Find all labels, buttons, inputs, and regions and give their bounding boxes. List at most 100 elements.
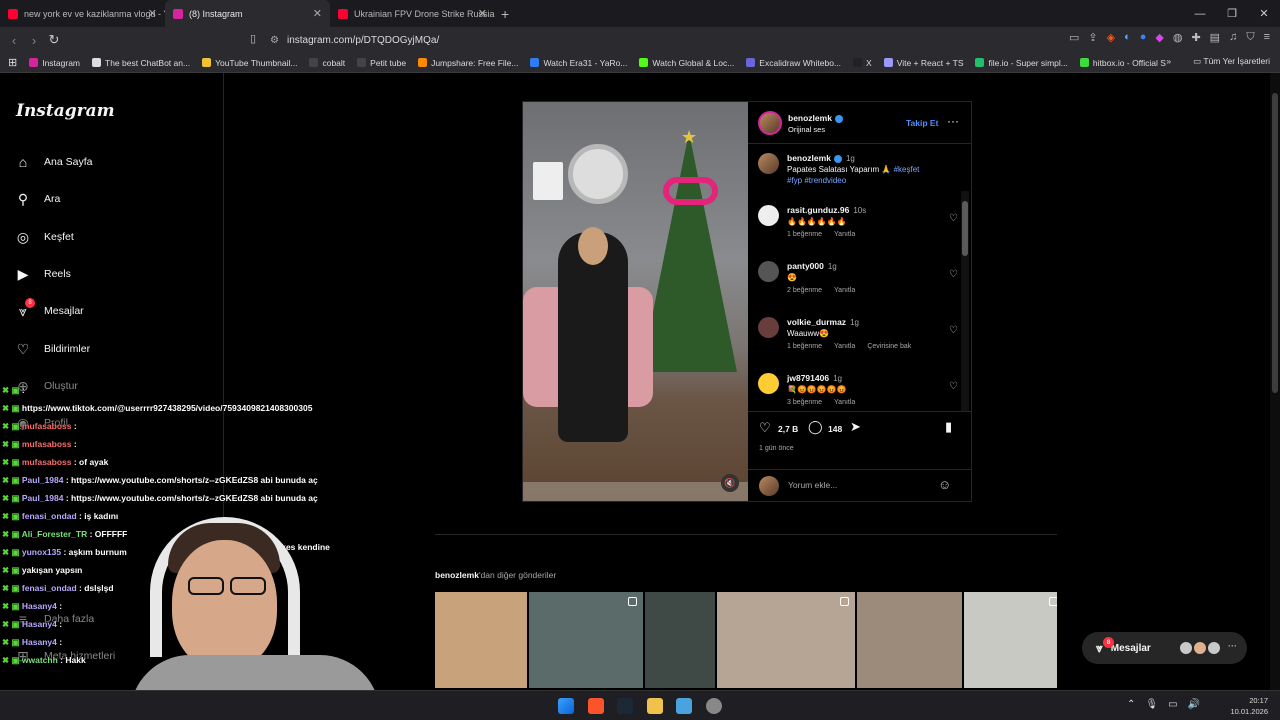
like-comment-icon[interactable]: ♡ <box>949 381 958 392</box>
messages-floating-button[interactable]: ⩔ 8 Mesajlar ··· <box>1082 632 1247 664</box>
more-post-thumbnail[interactable] <box>964 592 1057 688</box>
chevron-up-icon[interactable]: ⌃ <box>1127 699 1135 710</box>
bookmark-item[interactable]: Watch Era31 - YaRo... <box>530 58 627 68</box>
bookmark-item[interactable]: YouTube Thumbnail... <box>202 58 297 68</box>
extension-icon[interactable]: ◐ <box>1124 31 1131 44</box>
author-name[interactable]: benozlemk <box>788 113 843 123</box>
sidebar-item-search[interactable]: ⚲ Ara <box>14 190 60 208</box>
steam-icon[interactable] <box>617 698 633 714</box>
more-post-thumbnail[interactable] <box>645 592 715 688</box>
post-video[interactable]: ★ 🔇 <box>523 102 748 501</box>
bookmark-item[interactable]: Excalidraw Whitebo... <box>746 58 841 68</box>
more-post-thumbnail[interactable] <box>717 592 855 688</box>
likes-count[interactable]: 2,7 B <box>778 424 798 434</box>
comment-likes[interactable]: 2 beğenme <box>787 287 822 294</box>
bookmark-item[interactable]: Vite + React + TS <box>883 58 963 68</box>
restore-icon[interactable]: ❐ <box>1216 7 1248 20</box>
share-icon[interactable]: ⇪ <box>1088 31 1097 44</box>
scrollbar-thumb[interactable] <box>1272 93 1278 393</box>
save-icon[interactable]: ▮ <box>945 419 952 435</box>
page-scrollbar[interactable] <box>1270 73 1280 690</box>
scrollbar-thumb[interactable] <box>962 201 968 256</box>
emoji-icon[interactable]: ☺ <box>938 477 951 492</box>
caption-author[interactable]: benozlemk <box>787 153 831 163</box>
browser-tab-active[interactable]: (8) Instagram ✕ <box>165 0 330 27</box>
close-tab-icon[interactable]: ✕ <box>478 7 487 20</box>
hashtag[interactable]: #trendvideo <box>804 176 846 185</box>
site-info-icon[interactable]: ⚙ <box>270 35 279 46</box>
commenter-avatar[interactable] <box>758 317 779 338</box>
like-icon[interactable]: ♡ <box>759 420 771 436</box>
extension-icon[interactable]: ● <box>1140 31 1147 44</box>
start-icon[interactable] <box>558 698 574 714</box>
reply-button[interactable]: Yanıtla <box>834 231 855 238</box>
bookmark-item[interactable]: Instagram <box>29 58 80 68</box>
sidebar-item-home[interactable]: ⌂ Ana Sayfa <box>14 153 93 171</box>
comments-scrollbar[interactable] <box>961 191 969 411</box>
display-icon[interactable]: ▭ <box>1168 699 1177 710</box>
bookmark-item[interactable]: cobalt <box>309 58 345 68</box>
like-comment-icon[interactable]: ♡ <box>949 213 958 224</box>
reply-button[interactable]: Yanıtla <box>834 287 855 294</box>
hashtag[interactable]: #keşfet <box>894 165 920 174</box>
extension-icon[interactable]: ◍ <box>1173 31 1183 44</box>
reload-icon[interactable]: ↻ <box>44 32 64 48</box>
new-tab-button[interactable]: + <box>501 6 509 22</box>
more-post-thumbnail[interactable] <box>857 592 962 688</box>
instagram-logo[interactable]: Instagram <box>16 101 115 121</box>
brave-icon[interactable] <box>588 698 604 714</box>
comment-user[interactable]: rasit.gunduz.96 <box>787 205 849 215</box>
sidebar-item-explore[interactable]: ◎ Keşfet <box>14 228 74 246</box>
puzzle-icon[interactable]: ✚ <box>1191 31 1200 44</box>
commenter-avatar[interactable] <box>758 205 779 226</box>
bookmark-item[interactable]: X <box>853 58 872 68</box>
commenter-avatar[interactable] <box>758 261 779 282</box>
mic-icon[interactable]: 🎙 <box>1145 699 1158 710</box>
comment-user[interactable]: volkie_durmaz <box>787 317 846 327</box>
hashtag[interactable]: #fyp <box>787 176 802 185</box>
more-posts-author[interactable]: benozlemk <box>435 570 479 580</box>
sidebar-item-reels[interactable]: ▶ Reels <box>14 265 71 283</box>
commenter-avatar[interactable] <box>758 373 779 394</box>
more-options-icon[interactable]: ··· <box>947 114 959 128</box>
wallet-icon[interactable]: ⛉ <box>1246 31 1254 44</box>
sidebar-icon[interactable]: ▤ <box>1210 31 1220 44</box>
bookmark-item[interactable]: file.io - Super simpl... <box>975 58 1068 68</box>
browser-tab[interactable]: new york ev ve kaziklanma vlogu - Yo ✕ <box>0 0 165 27</box>
close-window-icon[interactable]: ✕ <box>1248 7 1280 20</box>
back-icon[interactable]: ‹ <box>4 33 24 48</box>
system-clock[interactable]: 20:17 10.01.2026 <box>1230 695 1268 717</box>
chevrons-icon[interactable]: » <box>1166 56 1171 66</box>
all-bookmarks-folder[interactable]: » ▭ Tüm Yer İşaretleri <box>1166 56 1270 67</box>
follow-button[interactable]: Takip Et <box>906 118 938 128</box>
more-icon[interactable]: ··· <box>1228 641 1237 651</box>
audio-label[interactable]: Orijinal ses <box>788 125 825 134</box>
comment-likes[interactable]: 1 beğenme <box>787 231 822 238</box>
cast-icon[interactable]: ▭ <box>1069 31 1079 44</box>
browser-tab[interactable]: Ukrainian FPV Drone Strike Russian S ✕ <box>330 0 495 27</box>
like-comment-icon[interactable]: ♡ <box>949 325 958 336</box>
author-avatar[interactable] <box>758 153 779 174</box>
sidebar-item-messages[interactable]: ⩔ 8 Mesajlar <box>14 298 84 320</box>
comment-likes[interactable]: 1 beğenme <box>787 343 822 350</box>
comment-user[interactable]: jw8791406 <box>787 373 829 383</box>
bookmark-item[interactable]: Jumpshare: Free File... <box>418 58 518 68</box>
mute-icon[interactable]: 🔇 <box>721 474 739 492</box>
brave-shield-icon[interactable]: ◈ <box>1107 31 1115 44</box>
volume-icon[interactable]: 🔊 <box>1188 699 1200 710</box>
folder-icon[interactable] <box>647 698 663 714</box>
more-post-thumbnail[interactable] <box>529 592 643 688</box>
extension-icon[interactable]: ◆ <box>1155 31 1163 44</box>
bookmark-item[interactable]: Watch Global & Loc... <box>639 58 734 68</box>
like-comment-icon[interactable]: ♡ <box>949 269 958 280</box>
bookmark-icon[interactable]: ▯ <box>250 32 256 45</box>
close-tab-icon[interactable]: ✕ <box>313 7 322 20</box>
see-translation-button[interactable]: Çevirisine bak <box>867 343 911 350</box>
apps-grid-icon[interactable]: ⊞ <box>8 56 17 69</box>
comment-input[interactable]: Yorum ekle... <box>788 480 837 490</box>
menu-icon[interactable]: ≡ <box>1264 31 1270 44</box>
obs-icon[interactable] <box>706 698 722 714</box>
url-field[interactable]: ⚙ instagram.com/p/DTQDOGyjMQa/ <box>270 30 990 50</box>
forward-icon[interactable]: › <box>24 33 44 48</box>
close-tab-icon[interactable]: ✕ <box>148 7 157 20</box>
